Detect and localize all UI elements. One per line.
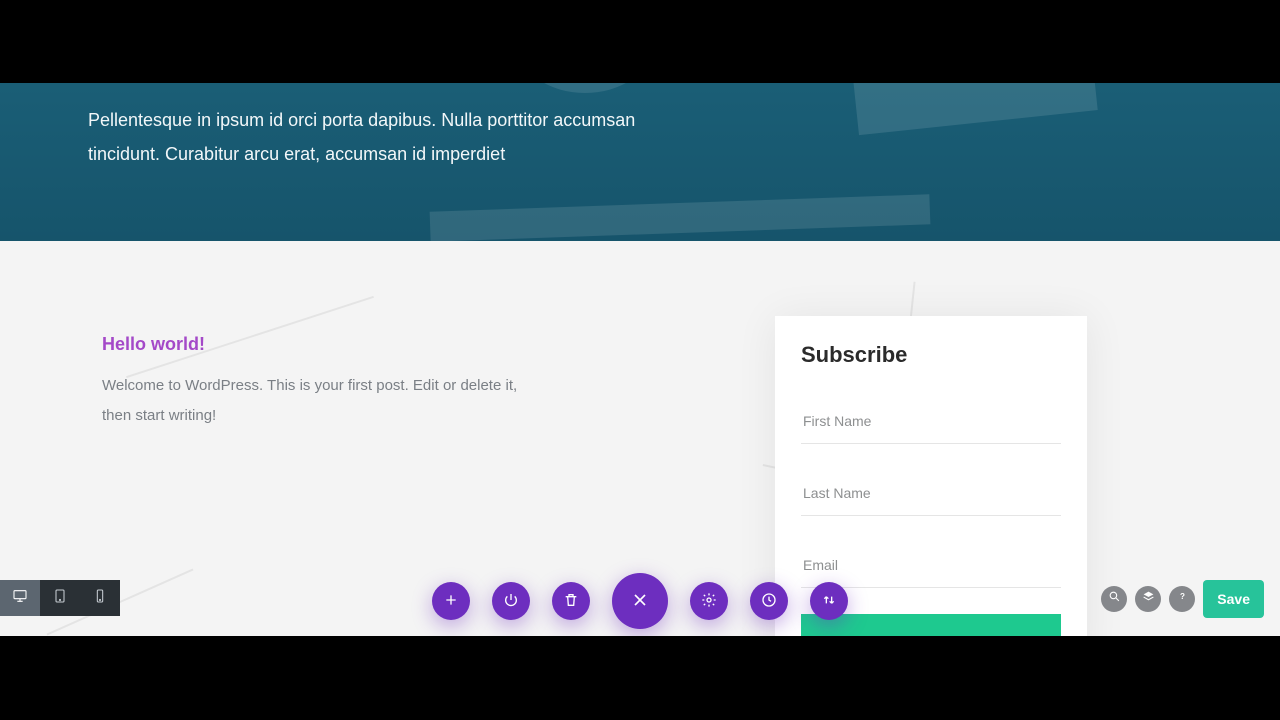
import-export-icon [821,592,837,611]
plus-icon [443,592,459,611]
svg-text:?: ? [1180,592,1185,601]
letterbox-top [0,0,1280,83]
phone-view-button[interactable] [80,580,120,616]
portability-button[interactable] [810,582,848,620]
device-switcher [0,580,120,616]
tablet-icon [52,588,68,609]
builder-canvas: Pellentesque in ipsum id orci porta dapi… [0,83,1280,636]
desktop-icon [12,588,28,609]
subscribe-submit-button[interactable] [801,614,1061,636]
zoom-button[interactable] [1101,586,1127,612]
phone-icon [92,588,108,609]
post-title-link[interactable]: Hello world! [102,334,522,355]
power-icon [503,592,519,611]
page-settings-button[interactable] [690,582,728,620]
subscribe-heading: Subscribe [801,342,1061,368]
gear-icon [701,592,717,611]
first-name-input[interactable] [801,398,1061,444]
hero-paragraph: Pellentesque in ipsum id orci porta dapi… [88,103,648,171]
hero-section: Pellentesque in ipsum id orci porta dapi… [0,83,1280,241]
post-body: Welcome to WordPress. This is your first… [102,371,522,431]
layers-button[interactable] [1135,586,1161,612]
help-icon: ? [1176,590,1189,608]
letterbox-bottom [0,636,1280,720]
tablet-view-button[interactable] [40,580,80,616]
email-input[interactable] [801,542,1061,588]
search-icon [1108,590,1121,608]
clock-icon [761,592,777,611]
trash-icon [563,592,579,611]
layers-icon [1142,590,1155,608]
save-button[interactable]: Save [1203,580,1264,618]
desktop-view-button[interactable] [0,580,40,616]
history-button[interactable] [750,582,788,620]
exit-builder-button[interactable] [492,582,530,620]
blog-post: Hello world! Welcome to WordPress. This … [102,334,522,431]
builder-meta-bar: ? Save [1101,581,1264,617]
help-button[interactable]: ? [1169,586,1195,612]
add-module-button[interactable] [432,582,470,620]
clear-layout-button[interactable] [552,582,590,620]
close-icon [630,590,650,613]
close-toolbar-button[interactable] [612,573,668,629]
last-name-input[interactable] [801,470,1061,516]
